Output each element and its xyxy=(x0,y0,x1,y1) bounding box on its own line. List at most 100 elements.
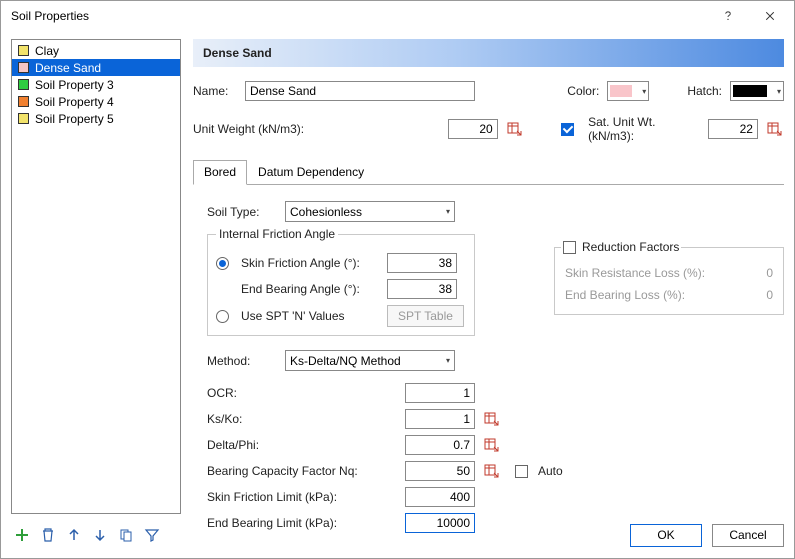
deltaphi-detail-button[interactable] xyxy=(483,436,501,454)
deltaphi-label: Delta/Phi: xyxy=(207,438,397,452)
nq-label: Bearing Capacity Factor Nq: xyxy=(207,464,397,478)
swatch-icon xyxy=(18,79,29,90)
ocr-label: OCR: xyxy=(207,386,397,400)
swatch-icon xyxy=(18,113,29,124)
cancel-button[interactable]: Cancel xyxy=(712,524,784,547)
color-chip-icon xyxy=(610,85,632,97)
swatch-icon xyxy=(18,96,29,107)
sidebar-toolbar xyxy=(11,526,161,544)
window-title: Soil Properties xyxy=(11,9,89,23)
table-popup-icon xyxy=(484,411,500,427)
hatch-chip-icon xyxy=(733,85,767,97)
nq-detail-button[interactable] xyxy=(483,462,501,480)
chevron-down-icon: ▾ xyxy=(446,356,450,365)
close-icon xyxy=(764,10,776,22)
unit-weight-input[interactable] xyxy=(448,119,498,139)
header-bar: Dense Sand xyxy=(193,39,784,67)
funnel-icon xyxy=(144,527,160,543)
skin-limit-input[interactable] xyxy=(405,487,475,507)
sat-unit-weight-checkbox[interactable] xyxy=(561,123,574,136)
reduction-factors-group: Reduction Factors Skin Resistance Loss (… xyxy=(554,241,784,315)
sat-unit-weight-detail-button[interactable] xyxy=(766,120,784,138)
table-popup-icon xyxy=(507,121,523,137)
bottom-bar: OK Cancel xyxy=(11,522,784,548)
skin-friction-radio[interactable] xyxy=(216,257,229,270)
soil-type-select[interactable]: Cohesionless ▾ xyxy=(285,201,455,222)
close-button[interactable] xyxy=(750,2,790,30)
copy-icon xyxy=(118,527,134,543)
skin-friction-label: Skin Friction Angle (°): xyxy=(241,256,381,270)
title-bar: Soil Properties xyxy=(1,1,794,31)
arrow-up-icon xyxy=(66,527,82,543)
swatch-icon xyxy=(18,62,29,73)
end-bearing-angle-label: End Bearing Angle (°): xyxy=(241,282,381,296)
table-popup-icon xyxy=(484,463,500,479)
table-popup-icon xyxy=(484,437,500,453)
soil-type-label: Soil Type: xyxy=(207,205,277,219)
method-label: Method: xyxy=(207,354,277,368)
move-up-button[interactable] xyxy=(65,526,83,544)
help-icon xyxy=(722,10,734,22)
reduction-factors-legend: Reduction Factors xyxy=(582,240,679,254)
soil-list-item-dense-sand[interactable]: Dense Sand xyxy=(12,59,180,76)
unit-weight-label: Unit Weight (kN/m3): xyxy=(193,122,327,136)
tab-bored[interactable]: Bored xyxy=(193,160,247,185)
color-label: Color: xyxy=(567,84,599,98)
ksko-detail-button[interactable] xyxy=(483,410,501,428)
soil-list-panel: Clay Dense Sand Soil Property 3 Soil Pro… xyxy=(11,39,181,514)
method-value: Ks-Delta/NQ Method xyxy=(290,354,401,368)
move-down-button[interactable] xyxy=(91,526,109,544)
ksko-label: Ks/Ko: xyxy=(207,412,397,426)
arrow-down-icon xyxy=(92,527,108,543)
auto-checkbox[interactable] xyxy=(515,465,528,478)
list-item-label: Soil Property 3 xyxy=(35,78,114,92)
spt-label: Use SPT 'N' Values xyxy=(241,309,381,323)
method-select[interactable]: Ks-Delta/NQ Method ▾ xyxy=(285,350,455,371)
help-button[interactable] xyxy=(708,2,748,30)
soil-list-item-3[interactable]: Soil Property 3 xyxy=(12,76,180,93)
spt-radio[interactable] xyxy=(216,310,229,323)
main-panel: Dense Sand Name: Color: ▾ Hatch: ▾ Unit … xyxy=(193,39,784,514)
chevron-down-icon: ▾ xyxy=(642,87,646,96)
auto-label: Auto xyxy=(538,464,563,478)
end-bearing-loss-value: 0 xyxy=(713,288,773,302)
soil-list-item-5[interactable]: Soil Property 5 xyxy=(12,110,180,127)
ksko-input[interactable] xyxy=(405,409,475,429)
list-item-label: Soil Property 5 xyxy=(35,112,114,126)
trash-icon xyxy=(40,527,56,543)
skin-resistance-loss-label: Skin Resistance Loss (%): xyxy=(565,266,705,280)
nq-input[interactable] xyxy=(405,461,475,481)
end-bearing-loss-label: End Bearing Loss (%): xyxy=(565,288,685,302)
soil-list-item-clay[interactable]: Clay xyxy=(12,42,180,59)
chevron-down-icon: ▾ xyxy=(446,207,450,216)
internal-friction-legend: Internal Friction Angle xyxy=(216,227,338,241)
soil-list-item-4[interactable]: Soil Property 4 xyxy=(12,93,180,110)
hatch-label: Hatch: xyxy=(687,84,722,98)
sat-unit-weight-input[interactable] xyxy=(708,119,758,139)
header-title: Dense Sand xyxy=(203,46,272,60)
deltaphi-input[interactable] xyxy=(405,435,475,455)
spt-table-button[interactable]: SPT Table xyxy=(387,305,464,327)
internal-friction-group: Internal Friction Angle Skin Friction An… xyxy=(207,234,475,336)
ocr-input[interactable] xyxy=(405,383,475,403)
skin-friction-input[interactable] xyxy=(387,253,457,273)
tab-datum-dependency[interactable]: Datum Dependency xyxy=(247,160,375,185)
list-item-label: Dense Sand xyxy=(35,61,101,75)
hatch-picker[interactable]: ▾ xyxy=(730,81,784,101)
copy-button[interactable] xyxy=(117,526,135,544)
end-bearing-angle-input[interactable] xyxy=(387,279,457,299)
soil-type-value: Cohesionless xyxy=(290,205,362,219)
name-input[interactable] xyxy=(245,81,475,101)
table-popup-icon xyxy=(767,121,783,137)
filter-button[interactable] xyxy=(143,526,161,544)
ok-button[interactable]: OK xyxy=(630,524,702,547)
delete-button[interactable] xyxy=(39,526,57,544)
unit-weight-detail-button[interactable] xyxy=(506,120,524,138)
color-picker[interactable]: ▾ xyxy=(607,81,649,101)
reduction-factors-checkbox[interactable] xyxy=(563,241,576,254)
add-button[interactable] xyxy=(13,526,31,544)
skin-resistance-loss-value: 0 xyxy=(713,266,773,280)
swatch-icon xyxy=(18,45,29,56)
tabs: Bored Datum Dependency xyxy=(193,159,784,185)
sat-unit-weight-label: Sat. Unit Wt. (kN/m3): xyxy=(588,115,692,143)
